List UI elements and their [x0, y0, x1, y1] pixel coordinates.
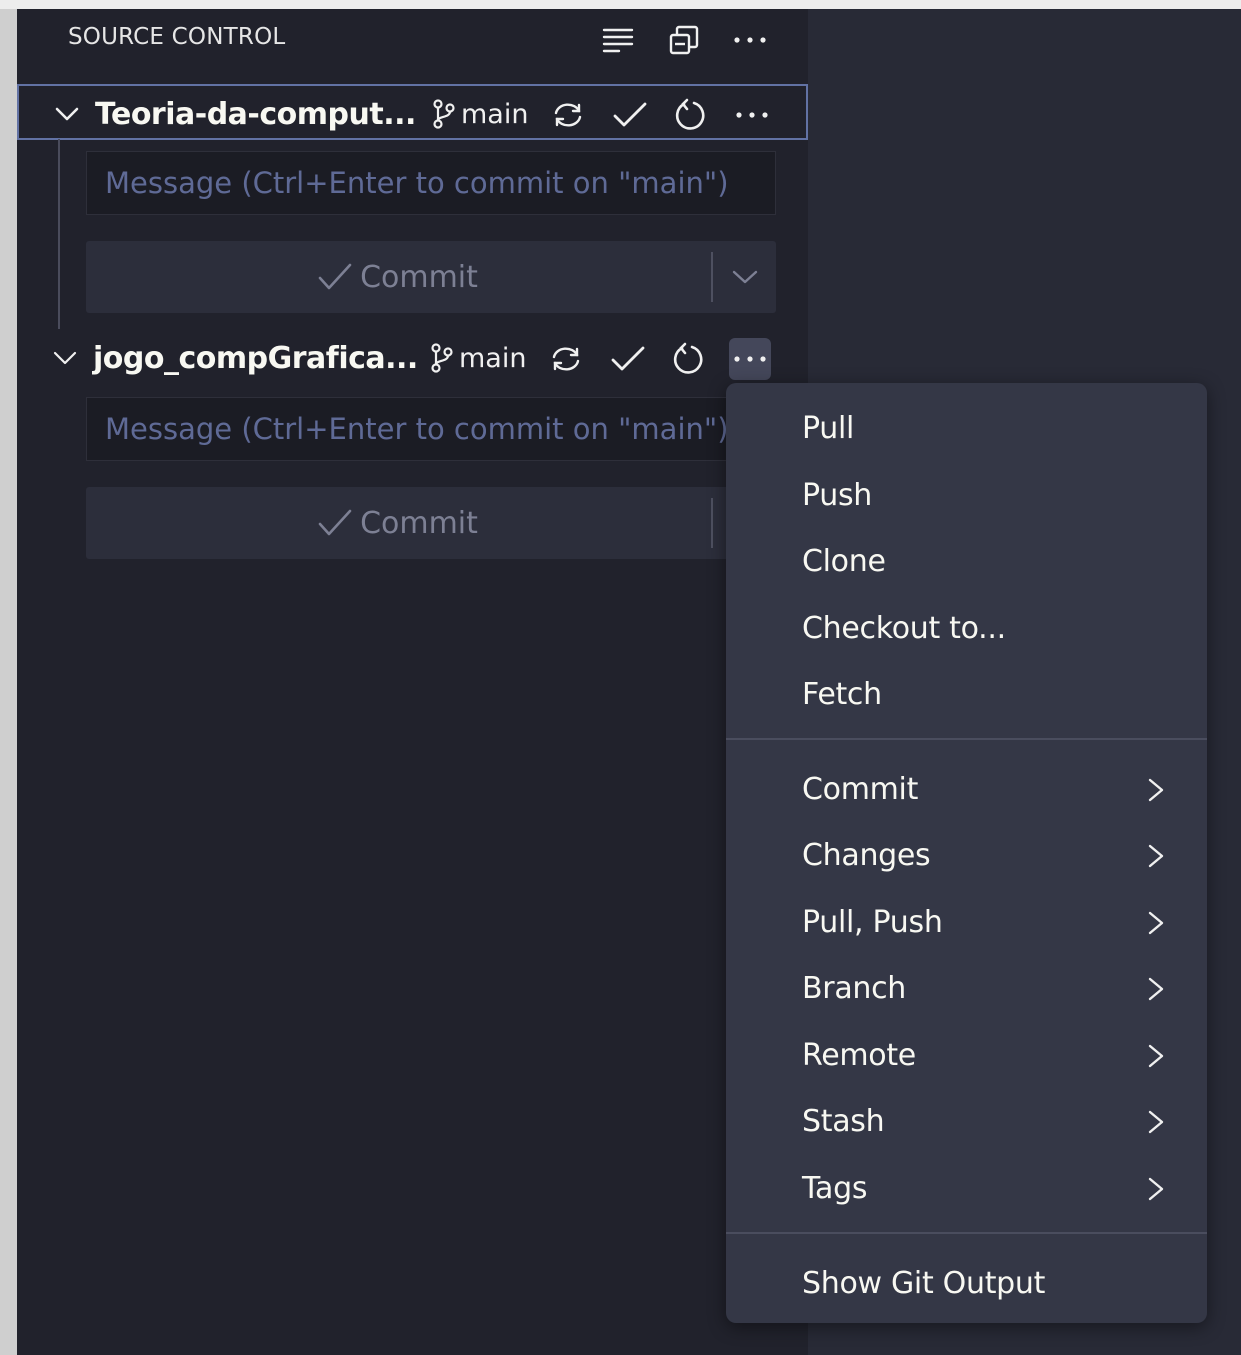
list-view-icon[interactable]: [596, 20, 640, 60]
window-left-edge: [0, 9, 17, 1355]
commit-message-input[interactable]: Message (Ctrl+Enter to commit on "main"): [86, 397, 776, 461]
branch-indicator[interactable]: main: [429, 342, 526, 374]
git-branch-icon: [433, 99, 455, 129]
refresh-icon[interactable]: [667, 338, 709, 380]
menu-item-stash[interactable]: Stash: [726, 1094, 1207, 1150]
chevron-right-icon: [1148, 778, 1164, 802]
menu-item-pull-push[interactable]: Pull, Push: [726, 895, 1207, 951]
more-actions-icon[interactable]: [728, 20, 772, 60]
repository-more-icon[interactable]: [729, 338, 771, 380]
chevron-right-icon: [1148, 1177, 1164, 1201]
chevron-right-icon: [1148, 844, 1164, 868]
branch-name: main: [461, 98, 529, 130]
menu-item-clone[interactable]: Clone: [726, 534, 1207, 590]
commit-button-divider: [711, 498, 713, 548]
commit-check-icon[interactable]: [607, 338, 649, 380]
chevron-right-icon: [1148, 1044, 1164, 1068]
menu-separator: [726, 1232, 1207, 1234]
window-top-edge: [0, 0, 1241, 9]
git-branch-icon: [431, 343, 453, 373]
commit-dropdown-button[interactable]: [714, 241, 776, 313]
branch-indicator[interactable]: main: [431, 98, 528, 130]
commit-button-group: Commit: [86, 241, 776, 313]
menu-item-remote[interactable]: Remote: [726, 1028, 1207, 1084]
repository-name: jogo_compGrafica...: [93, 341, 418, 376]
commit-button-divider: [711, 252, 713, 302]
refresh-icon[interactable]: [669, 94, 711, 136]
check-icon: [318, 263, 352, 290]
menu-item-tags[interactable]: Tags: [726, 1161, 1207, 1217]
menu-item-changes[interactable]: Changes: [726, 828, 1207, 884]
repository-context-menu: Pull Push Clone Checkout to... Fetch Com…: [726, 383, 1207, 1323]
chevron-down-icon[interactable]: [51, 344, 79, 372]
menu-item-fetch[interactable]: Fetch: [726, 667, 1207, 723]
chevron-down-icon[interactable]: [53, 100, 81, 128]
repository-name: Teoria-da-comput...: [95, 97, 416, 132]
commit-check-icon[interactable]: [609, 94, 651, 136]
commit-button[interactable]: Commit: [86, 487, 710, 559]
collapse-all-icon[interactable]: [662, 20, 706, 60]
chevron-right-icon: [1148, 1110, 1164, 1134]
commit-button[interactable]: Commit: [86, 241, 710, 313]
chevron-right-icon: [1148, 911, 1164, 935]
menu-item-show-git-output[interactable]: Show Git Output: [726, 1256, 1207, 1312]
menu-item-pull[interactable]: Pull: [726, 401, 1207, 457]
chevron-down-icon: [732, 270, 758, 284]
panel-title-actions: [596, 20, 772, 60]
menu-item-branch[interactable]: Branch: [726, 961, 1207, 1017]
tree-guide-line: [58, 139, 60, 329]
commit-message-input[interactable]: Message (Ctrl+Enter to commit on "main"): [86, 151, 776, 215]
menu-item-checkout[interactable]: Checkout to...: [726, 601, 1207, 657]
chevron-right-icon: [1148, 977, 1164, 1001]
commit-button-group: Commit: [86, 487, 776, 559]
menu-item-commit[interactable]: Commit: [726, 762, 1207, 818]
repository-row[interactable]: jogo_compGrafica... main: [17, 330, 808, 386]
repository-more-icon[interactable]: [731, 94, 773, 136]
sync-icon[interactable]: [547, 94, 589, 136]
check-icon: [318, 509, 352, 536]
menu-item-push[interactable]: Push: [726, 468, 1207, 524]
commit-button-label: Commit: [360, 259, 478, 295]
repository-row[interactable]: Teoria-da-comput... main: [17, 84, 808, 140]
commit-button-label: Commit: [360, 505, 478, 541]
panel-title: SOURCE CONTROL: [68, 24, 286, 50]
sync-icon[interactable]: [545, 338, 587, 380]
branch-name: main: [459, 342, 527, 374]
menu-separator: [726, 738, 1207, 740]
